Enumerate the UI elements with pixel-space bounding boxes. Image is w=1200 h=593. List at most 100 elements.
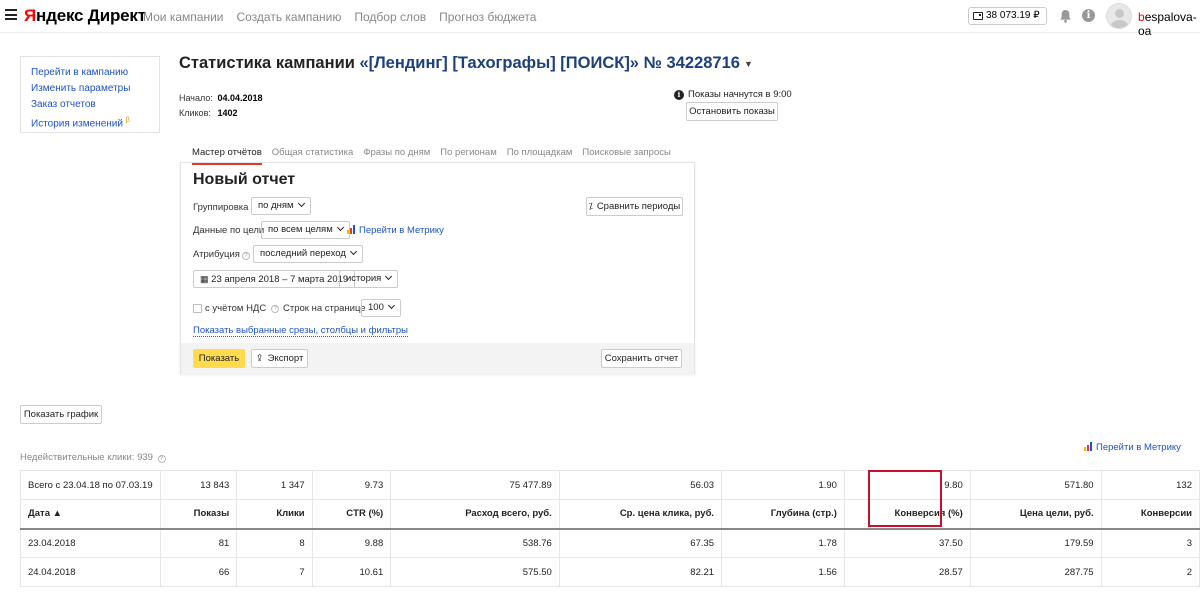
vat-checkbox[interactable] [193,304,202,313]
save-report-button[interactable]: Сохранить отчет [601,349,682,368]
sidebar-item-edit-params[interactable]: Изменить параметры [31,81,159,97]
table-cell: 82.21 [558,557,723,587]
metrika-link-table[interactable]: Перейти в Метрику [1084,442,1181,453]
table-cell: 7 [236,557,313,587]
metrika-link[interactable]: Перейти в Метрику [347,225,444,236]
bell-icon[interactable] [1059,9,1072,23]
column-header[interactable]: Дата ▲ [20,499,161,530]
table-cell: 2 [1100,557,1200,587]
info-circle-icon: i [674,89,684,100]
table-cell: 23.04.2018 [20,528,161,558]
campaign-name[interactable]: «[Лендинг] [Тахографы] [ПОИСК]» № 342287… [359,54,740,72]
rows-per-page-value: 100 [368,302,384,313]
notice-text: Показы начнутся в 9:00 [688,89,792,100]
table-cell: 538.76 [390,528,560,558]
sidebar-item-go-to-campaign[interactable]: Перейти в кампанию [31,65,159,81]
nav-budget-forecast[interactable]: Прогноз бюджета [439,10,536,24]
total-row: Всего с 23.04.18 по 07.03.19 13 843 1 347 9… [20,470,1200,500]
chevron-down-icon [385,272,393,281]
date-range-value: 23 апреля 2018 – 7 марта 2019 [211,274,349,285]
sidebar-item-history[interactable]: История изменений β [31,113,159,132]
stats-table: Всего с 23.04.18 по 07.03.19 13 843 1 347 9… [20,470,1200,587]
show-graph-button[interactable]: Показать график [20,405,102,424]
table-cell: 1.78 [721,528,845,558]
username[interactable]: bespalova-oa [1138,10,1200,38]
chevron-down-icon [297,199,305,208]
avatar[interactable] [1106,3,1132,29]
grouping-select[interactable]: по дням [251,197,311,215]
table-row: 24.04.2018 66 7 10.61 575.50 82.21 1.56 28.57 28… [20,557,1200,587]
menu-icon[interactable] [5,9,17,20]
grouping-label: Группировка [193,202,249,213]
info-icon[interactable]: i [1082,9,1095,22]
wallet-icon [973,12,983,20]
table-cell: 56.03 [558,470,723,500]
table-cell: 8 [236,528,313,558]
date-range-picker[interactable]: ▦ 23 апреля 2018 – 7 марта 2019 [193,270,356,288]
compare-icon: ⁒ [588,201,593,211]
column-header[interactable]: Конверсия (%) [843,499,971,530]
rows-per-page-select[interactable]: 100 [361,299,401,317]
logo-text: ндекс Директ [36,6,146,25]
export-button[interactable]: ⇪ Экспорт [251,349,308,368]
export-label: Экспорт [267,353,304,364]
history-label: История изменений [31,118,123,130]
page-title: Статистика кампании «[Лендинг] [Тахограф… [179,54,753,73]
column-header[interactable]: Конверсии [1100,499,1200,530]
column-header[interactable]: Клики [236,499,313,530]
table-cell: 10.61 [311,557,392,587]
compare-periods-button[interactable]: ⁒ Сравнить периоды [586,197,683,216]
help-icon[interactable]: ? [157,455,166,463]
yandex-direct-logo[interactable]: Яндекс Директ [24,6,146,26]
column-header[interactable]: Расход всего, руб. [390,499,560,530]
start-label: Начало: [179,93,213,103]
help-icon[interactable]: ? [241,252,250,260]
goal-select[interactable]: по всем целям [261,221,350,239]
calendar-icon: ▦ [200,274,209,284]
export-icon: ⇪ [255,353,264,364]
start-value: 04.04.2018 [217,93,263,103]
metrika-icon [347,225,356,234]
nav-create-campaign[interactable]: Создать кампанию [236,10,341,24]
show-slices-link[interactable]: Показать выбранные срезы, столбцы и филь… [193,325,408,337]
top-header: Яндекс Директ Мои кампании Создать кампа… [0,0,1200,38]
grouping-value: по дням [258,200,294,211]
chevron-down-icon [336,223,344,232]
shows-notice: i Показы начнутся в 9:00 [674,89,792,100]
clicks-value: 1402 [217,108,238,118]
history-value: история [346,273,382,284]
report-title: Новый отчет [193,171,296,188]
nav-keyword-tool[interactable]: Подбор слов [354,10,426,24]
balance-button[interactable]: 38 073.19 ₽ [968,7,1047,25]
table-cell: 1 347 [236,470,313,500]
sidebar-item-order-reports[interactable]: Заказ отчетов [31,97,159,113]
table-row: 23.04.2018 81 8 9.88 538.76 67.35 1.78 37.50 179… [20,528,1200,558]
column-header[interactable]: Ср. цена клика, руб. [558,499,723,530]
header-row[interactable]: Дата ▲ Показы Клики CTR (%) Расход всего, ру… [20,499,1200,530]
table-cell: 81 [159,528,238,558]
table-cell: 37.50 [843,528,971,558]
help-icon[interactable]: ? [271,304,280,313]
compare-label: Сравнить периоды [596,201,681,212]
table-cell: 67.35 [558,528,723,558]
column-header[interactable]: Показы [159,499,238,530]
attribution-select[interactable]: последний переход [253,245,363,263]
history-select[interactable]: история [339,270,399,288]
invalid-clicks: Недействительные клики: 939 ? [20,452,166,463]
show-slices-label: Показать выбранные срезы, столбцы и филь… [193,325,408,336]
username-rest: espalova-oa [1138,10,1197,38]
caret-down-icon[interactable]: ▼ [744,59,753,69]
balance-value: 38 073.19 ₽ [986,10,1040,21]
attribution-value: последний переход [260,248,346,259]
table-cell: 75 477.89 [390,470,560,500]
table-cell: 1.56 [721,557,845,587]
table-cell: 575.50 [390,557,560,587]
nav-my-campaigns[interactable]: Мои кампании [143,10,223,24]
column-header[interactable]: CTR (%) [311,499,392,530]
campaign-sidebar: Перейти в кампанию Изменить параметры За… [20,56,160,133]
column-header[interactable]: Цена цели, руб. [969,499,1102,530]
logo-letter: Я [24,6,37,25]
show-report-button[interactable]: Показать [193,349,245,368]
stop-shows-button[interactable]: Остановить показы [686,102,778,121]
column-header[interactable]: Глубина (стр.) [721,499,845,530]
